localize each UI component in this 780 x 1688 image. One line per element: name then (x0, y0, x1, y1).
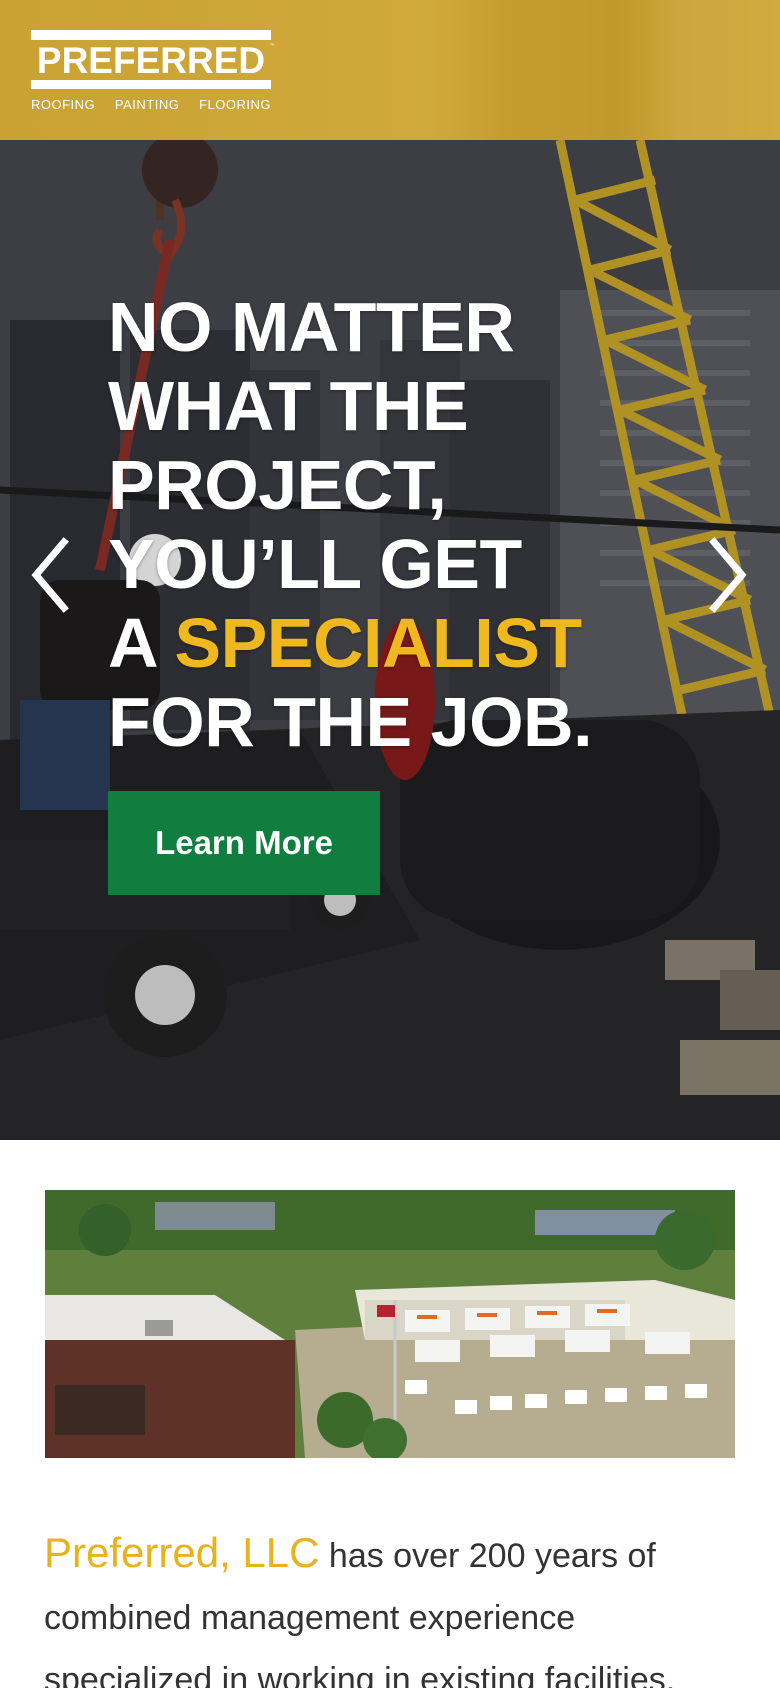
headline-line-5: A SPECIALIST (108, 604, 708, 683)
logo-service-flooring: FLOORING (199, 97, 271, 112)
company-name: Preferred, LLC (44, 1529, 320, 1576)
slider-prev-button[interactable] (26, 530, 76, 620)
headline-line-6: FOR THE JOB. (108, 683, 593, 761)
headline-line-1: NO MATTER (108, 288, 515, 366)
headline-line-4: YOU’LL GET (108, 525, 522, 603)
headline-line-3: PROJECT, (108, 446, 447, 524)
hero-slider: NO MATTER WHAT THE PROJECT, YOU’LL GET A… (0, 140, 780, 1140)
logo-service-painting: PAINTING (114, 97, 180, 112)
preferred-logo[interactable]: PREFERRED ™ ROOFING PAINTING FLOORING (31, 30, 275, 112)
headline-prefix: A (108, 604, 175, 682)
logo-service-roofing: ROOFING (31, 97, 96, 112)
headline-accent: SPECIALIST (174, 604, 582, 682)
logo-bar-top (31, 30, 271, 40)
learn-more-button[interactable]: Learn More (108, 791, 380, 895)
logo-bar-bottom (31, 80, 271, 89)
facility-photo-illustration (45, 1190, 735, 1458)
chevron-left-icon (31, 537, 69, 613)
chevron-right-icon (709, 537, 747, 613)
slider-next-button[interactable] (702, 530, 752, 620)
headline-line-2: WHAT THE (108, 367, 469, 445)
about-paragraph: Preferred, LLC has over 200 years of com… (44, 1522, 744, 1688)
facility-aerial-photo (45, 1190, 735, 1458)
logo-trademark: ™ (269, 43, 275, 50)
logo-services: ROOFING PAINTING FLOORING (31, 97, 271, 112)
logo-wordmark: PREFERRED (36, 40, 266, 81)
header-sheen (500, 0, 760, 140)
site-header: PREFERRED ™ ROOFING PAINTING FLOORING (0, 0, 780, 140)
hero-headline: NO MATTER WHAT THE PROJECT, YOU’LL GET A… (108, 288, 708, 762)
